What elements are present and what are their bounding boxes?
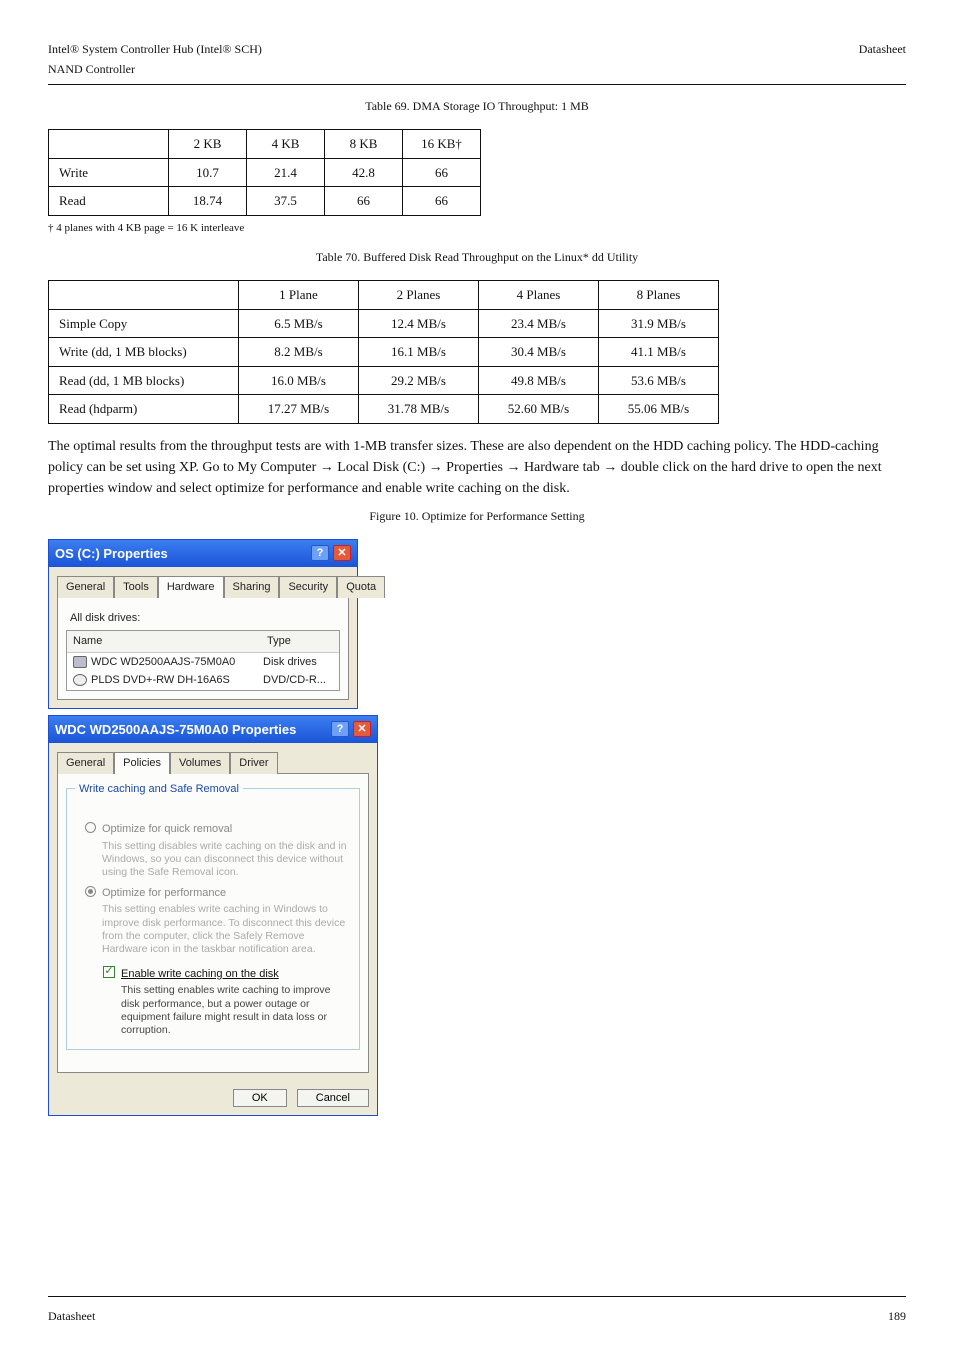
- tab-tools[interactable]: Tools: [114, 576, 158, 598]
- device-properties-window: WDC WD2500AAJS-75M0A0 Properties ? ✕ Gen…: [48, 715, 378, 1116]
- window-title: WDC WD2500AAJS-75M0A0 Properties: [55, 720, 296, 740]
- table2-caption: Table 70. Buffered Disk Read Throughput …: [48, 248, 906, 266]
- drive-row[interactable]: PLDS DVD+-RW DH-16A6S DVD/CD-R...: [67, 671, 339, 690]
- help-icon[interactable]: ?: [311, 545, 329, 561]
- footer-left: Datasheet: [48, 1307, 95, 1325]
- tab-volumes[interactable]: Volumes: [170, 752, 230, 774]
- body-paragraph: The optimal results from the throughput …: [48, 436, 906, 499]
- header-right: Datasheet: [859, 40, 906, 58]
- drive-row[interactable]: WDC WD2500AAJS-75M0A0 Disk drives: [67, 653, 339, 672]
- checkbox-icon[interactable]: [103, 966, 115, 978]
- close-icon[interactable]: ✕: [333, 545, 351, 561]
- tab-quota[interactable]: Quota: [337, 576, 385, 598]
- opt-desc: This setting enables write caching in Wi…: [102, 903, 349, 956]
- help-icon[interactable]: ?: [331, 721, 349, 737]
- col-name[interactable]: Name: [67, 631, 261, 652]
- window-title: OS (C:) Properties: [55, 544, 168, 564]
- close-icon[interactable]: ✕: [353, 721, 371, 737]
- tab-sharing[interactable]: Sharing: [224, 576, 280, 598]
- chk-desc: This setting enables write caching to im…: [121, 984, 349, 1037]
- header-left: Intel® System Controller Hub (Intel® SCH…: [48, 40, 262, 58]
- opt-quick-removal[interactable]: Optimize for quick removal This setting …: [85, 821, 349, 879]
- os-properties-window: OS (C:) Properties ? ✕ General Tools Har…: [48, 539, 358, 709]
- col-type[interactable]: Type: [261, 631, 339, 652]
- tab-driver[interactable]: Driver: [230, 752, 277, 774]
- table2: 1 Plane2 Planes4 Planes8 Planes Simple C…: [48, 280, 719, 424]
- chk-write-caching[interactable]: Enable write caching on the disk This se…: [103, 966, 349, 1037]
- tab-general[interactable]: General: [57, 752, 114, 774]
- drives-label: All disk drives:: [70, 610, 340, 627]
- table1: 2 KB4 KB8 KB16 KB† Write10.721.442.866 R…: [48, 129, 481, 216]
- footer-rule: [48, 1296, 906, 1297]
- tab-hardware[interactable]: Hardware: [158, 576, 224, 598]
- tab-general[interactable]: General: [57, 576, 114, 598]
- opt-performance[interactable]: Optimize for performance This setting en…: [85, 885, 349, 956]
- tab-security[interactable]: Security: [279, 576, 337, 598]
- dvd-icon: [73, 674, 87, 686]
- header-rule: [48, 84, 906, 85]
- header-section: NAND Controller: [48, 60, 135, 78]
- group-legend: Write caching and Safe Removal: [75, 781, 243, 798]
- hdd-icon: [73, 656, 87, 668]
- table1-note: † 4 planes with 4 KB page = 16 K interle…: [48, 220, 906, 237]
- tab-strip: General Tools Hardware Sharing Security …: [57, 575, 349, 597]
- figure-caption: Figure 10. Optimize for Performance Sett…: [48, 507, 906, 525]
- table1-caption: Table 69. DMA Storage IO Throughput: 1 M…: [48, 97, 906, 115]
- tab-strip: General Policies Volumes Driver: [57, 751, 369, 773]
- ok-button[interactable]: OK: [233, 1089, 287, 1107]
- footer-right: 189: [888, 1307, 906, 1325]
- opt-desc: This setting disables write caching on t…: [102, 840, 349, 879]
- cancel-button[interactable]: Cancel: [297, 1089, 369, 1107]
- radio-icon[interactable]: [85, 822, 96, 833]
- radio-icon[interactable]: [85, 886, 96, 897]
- caching-group: Write caching and Safe Removal Optimize …: [66, 788, 360, 1050]
- tab-policies[interactable]: Policies: [114, 752, 170, 774]
- drives-list[interactable]: Name Type WDC WD2500AAJS-75M0A0 Disk dri…: [66, 630, 340, 691]
